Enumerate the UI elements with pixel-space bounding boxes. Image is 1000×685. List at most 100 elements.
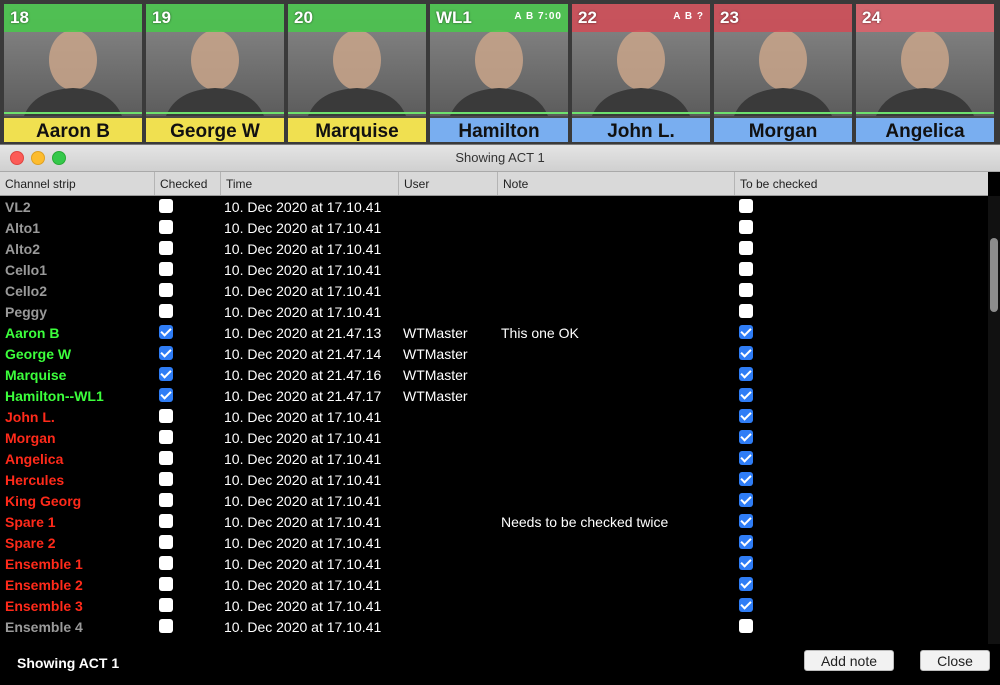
checked-checkbox[interactable] <box>159 283 173 297</box>
channel-strip-name: Cello2 <box>5 283 48 299</box>
to-be-checked-checkbox[interactable] <box>739 199 753 213</box>
to-be-checked-checkbox[interactable] <box>739 304 753 318</box>
to-be-checked-checkbox[interactable] <box>739 430 753 444</box>
to-be-checked-checkbox[interactable] <box>739 283 753 297</box>
table-row[interactable]: Ensemble 2 10. Dec 2020 at 17.10.41 <box>0 574 988 595</box>
column-header-time[interactable]: Time <box>220 172 398 195</box>
column-header-channel-strip[interactable]: Channel strip <box>0 172 154 195</box>
checked-checkbox[interactable] <box>159 535 173 549</box>
table-row[interactable]: Ensemble 4 10. Dec 2020 at 17.10.41 <box>0 616 988 637</box>
time-cell: 10. Dec 2020 at 17.10.41 <box>224 514 382 530</box>
table-row[interactable]: Peggy 10. Dec 2020 at 17.10.41 <box>0 301 988 322</box>
time-cell: 10. Dec 2020 at 17.10.41 <box>224 283 382 299</box>
table-row[interactable]: Cello2 10. Dec 2020 at 17.10.41 <box>0 280 988 301</box>
checked-checkbox[interactable] <box>159 199 173 213</box>
to-be-checked-checkbox[interactable] <box>739 451 753 465</box>
to-be-checked-checkbox[interactable] <box>739 619 753 633</box>
checked-checkbox[interactable] <box>159 262 173 276</box>
to-be-checked-checkbox[interactable] <box>739 367 753 381</box>
column-header-checked[interactable]: Checked <box>154 172 220 195</box>
level-line <box>146 112 284 114</box>
table-row[interactable]: VL2 10. Dec 2020 at 17.10.41 <box>0 196 988 217</box>
column-header-user[interactable]: User <box>398 172 497 195</box>
time-cell: 10. Dec 2020 at 17.10.41 <box>224 220 382 236</box>
to-be-checked-checkbox[interactable] <box>739 388 753 402</box>
to-be-checked-checkbox[interactable] <box>739 598 753 612</box>
channel-tile[interactable]: 23 Morgan <box>714 4 852 142</box>
channel-tile[interactable]: 22 A B ? John L. <box>572 4 710 142</box>
note-cell[interactable]: Needs to be checked twice <box>501 511 668 532</box>
checked-checkbox[interactable] <box>159 304 173 318</box>
table-row[interactable]: Hamilton--WL1 10. Dec 2020 at 21.47.17 W… <box>0 385 988 406</box>
add-note-button[interactable]: Add note <box>804 650 894 671</box>
table-row[interactable]: Spare 1 10. Dec 2020 at 17.10.41 Needs t… <box>0 511 988 532</box>
channel-strip-bar: 18 Aaron B 19 George W 20 Marquise WL1 A… <box>0 0 1000 144</box>
to-be-checked-checkbox[interactable] <box>739 346 753 360</box>
table-row[interactable]: John L. 10. Dec 2020 at 17.10.41 <box>0 406 988 427</box>
table-row[interactable]: Spare 2 10. Dec 2020 at 17.10.41 <box>0 532 988 553</box>
to-be-checked-checkbox[interactable] <box>739 577 753 591</box>
channel-strip-name: Spare 1 <box>5 514 56 530</box>
strip-name: Hamilton <box>430 118 568 142</box>
channel-strip-name: Cello1 <box>5 262 48 278</box>
checked-checkbox[interactable] <box>159 220 173 234</box>
table-row[interactable]: Hercules 10. Dec 2020 at 17.10.41 <box>0 469 988 490</box>
checked-checkbox[interactable] <box>159 598 173 612</box>
table-row[interactable]: Aaron B 10. Dec 2020 at 21.47.13 WTMaste… <box>0 322 988 343</box>
channel-tile[interactable]: 24 Angelica <box>856 4 994 142</box>
table-row[interactable]: Morgan 10. Dec 2020 at 17.10.41 <box>0 427 988 448</box>
channel-check-table: VL2 10. Dec 2020 at 17.10.41 Alto1 10. D… <box>0 196 988 644</box>
note-cell[interactable]: This one OK <box>501 322 579 343</box>
table-row[interactable]: Angelica 10. Dec 2020 at 17.10.41 <box>0 448 988 469</box>
checked-checkbox[interactable] <box>159 409 173 423</box>
checked-checkbox[interactable] <box>159 388 173 402</box>
to-be-checked-checkbox[interactable] <box>739 241 753 255</box>
to-be-checked-checkbox[interactable] <box>739 262 753 276</box>
table-row[interactable]: Ensemble 1 10. Dec 2020 at 17.10.41 <box>0 553 988 574</box>
strip-number: 22 <box>578 8 597 27</box>
table-row[interactable]: King Georg 10. Dec 2020 at 17.10.41 <box>0 490 988 511</box>
scrollbar-thumb[interactable] <box>990 238 998 312</box>
checked-checkbox[interactable] <box>159 619 173 633</box>
strip-name: John L. <box>572 118 710 142</box>
table-row[interactable]: Marquise 10. Dec 2020 at 21.47.16 WTMast… <box>0 364 988 385</box>
to-be-checked-checkbox[interactable] <box>739 556 753 570</box>
to-be-checked-checkbox[interactable] <box>739 535 753 549</box>
to-be-checked-checkbox[interactable] <box>739 493 753 507</box>
checked-checkbox[interactable] <box>159 577 173 591</box>
vertical-scrollbar[interactable] <box>988 196 1000 644</box>
channel-tile[interactable]: 19 George W <box>146 4 284 142</box>
column-header-note[interactable]: Note <box>497 172 734 195</box>
to-be-checked-checkbox[interactable] <box>739 514 753 528</box>
close-button[interactable]: Close <box>920 650 990 671</box>
to-be-checked-checkbox[interactable] <box>739 220 753 234</box>
table-row[interactable]: Ensemble 3 10. Dec 2020 at 17.10.41 <box>0 595 988 616</box>
channel-tile[interactable]: 20 Marquise <box>288 4 426 142</box>
to-be-checked-checkbox[interactable] <box>739 325 753 339</box>
to-be-checked-checkbox[interactable] <box>739 409 753 423</box>
checked-checkbox[interactable] <box>159 367 173 381</box>
channel-strip-name: John L. <box>5 409 55 425</box>
channel-tile[interactable]: WL1 A B 7:00 Hamilton <box>430 4 568 142</box>
checked-checkbox[interactable] <box>159 493 173 507</box>
checked-checkbox[interactable] <box>159 472 173 486</box>
table-row[interactable]: George W 10. Dec 2020 at 21.47.14 WTMast… <box>0 343 988 364</box>
time-cell: 10. Dec 2020 at 17.10.41 <box>224 577 382 593</box>
time-cell: 10. Dec 2020 at 17.10.41 <box>224 199 382 215</box>
checked-checkbox[interactable] <box>159 451 173 465</box>
table-row[interactable]: Cello1 10. Dec 2020 at 17.10.41 <box>0 259 988 280</box>
strip-name: George W <box>146 118 284 142</box>
to-be-checked-checkbox[interactable] <box>739 472 753 486</box>
checked-checkbox[interactable] <box>159 430 173 444</box>
channel-tile[interactable]: 18 Aaron B <box>4 4 142 142</box>
checked-checkbox[interactable] <box>159 325 173 339</box>
channel-strip-name: Ensemble 1 <box>5 556 83 572</box>
checked-checkbox[interactable] <box>159 514 173 528</box>
column-header-to-be-checked[interactable]: To be checked <box>734 172 988 195</box>
checked-checkbox[interactable] <box>159 346 173 360</box>
checked-checkbox[interactable] <box>159 556 173 570</box>
table-row[interactable]: Alto1 10. Dec 2020 at 17.10.41 <box>0 217 988 238</box>
strip-number: 20 <box>294 8 313 27</box>
table-row[interactable]: Alto2 10. Dec 2020 at 17.10.41 <box>0 238 988 259</box>
checked-checkbox[interactable] <box>159 241 173 255</box>
